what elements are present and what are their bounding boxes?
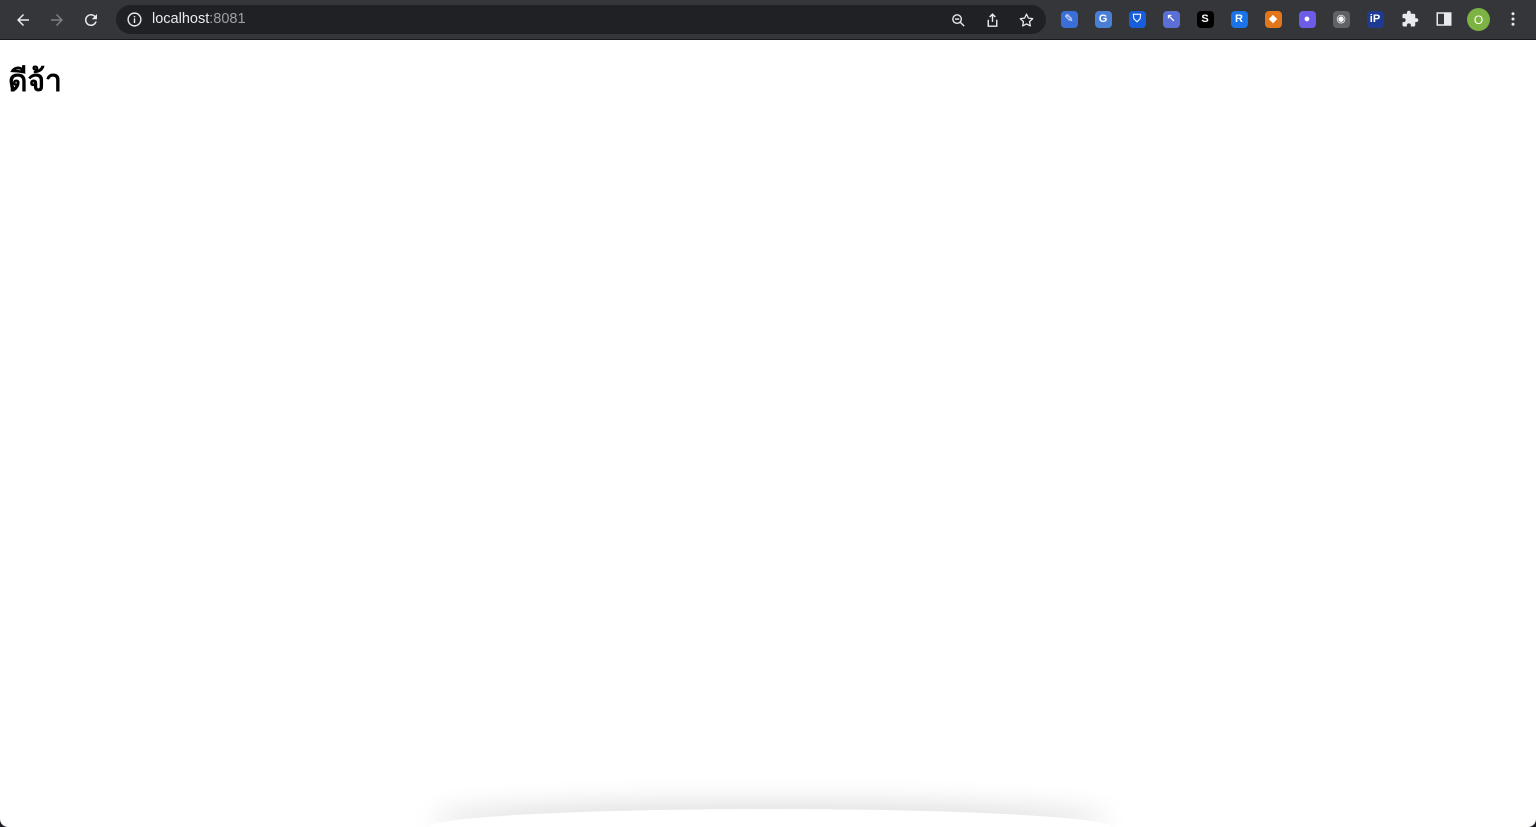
side-panel-icon: [1436, 12, 1452, 26]
url-text: localhost:8081: [152, 11, 246, 28]
kebab-menu-icon: [1511, 12, 1515, 26]
reload-icon: [84, 14, 97, 27]
extension-button[interactable]: ◆: [1263, 9, 1283, 29]
extension-button[interactable]: ◉: [1331, 9, 1351, 29]
browser-menu-button[interactable]: [1503, 9, 1523, 29]
back-arrow-icon: [17, 14, 29, 26]
zoom-button[interactable]: [948, 10, 968, 30]
chat-bubble-icon: ●: [1298, 10, 1316, 28]
extension-button[interactable]: ⛉: [1127, 9, 1147, 29]
back-button[interactable]: [9, 6, 37, 34]
share-button[interactable]: [982, 10, 1002, 30]
extension-button[interactable]: R: [1229, 9, 1249, 29]
camera-icon: ◉: [1332, 10, 1350, 28]
extension-button[interactable]: iP: [1365, 9, 1385, 29]
pen-arrow-icon: ✎: [1060, 10, 1078, 28]
profile-avatar[interactable]: O: [1467, 8, 1490, 31]
address-bar[interactable]: localhost:8081: [116, 5, 1046, 34]
browser-toolbar: localhost:8081 ✎ G ⛉ ↖ S R ◆ ● ◉ iP O: [0, 0, 1536, 40]
extensions-menu-button[interactable]: [1400, 9, 1420, 29]
extension-button[interactable]: ●: [1297, 9, 1317, 29]
bitwarden-shield-icon: ⛉: [1128, 10, 1146, 28]
bookmark-r-icon: R: [1230, 10, 1248, 28]
star-icon: [1019, 12, 1033, 27]
url-host: localhost: [152, 11, 210, 27]
extension-button[interactable]: ↖: [1161, 9, 1181, 29]
extension-button[interactable]: G: [1093, 9, 1113, 29]
forward-button[interactable]: [43, 6, 71, 34]
puzzle-icon: [1402, 10, 1419, 27]
s-logo-icon: S: [1196, 10, 1214, 28]
side-panel-button[interactable]: [1434, 9, 1454, 29]
site-info-icon[interactable]: [126, 11, 143, 28]
reload-button[interactable]: [77, 6, 105, 34]
zoom-icon: [951, 13, 965, 27]
share-icon: [987, 12, 997, 27]
forward-arrow-icon: [51, 14, 63, 26]
extension-button[interactable]: ✎: [1059, 9, 1079, 29]
bookmark-star-button[interactable]: [1016, 10, 1036, 30]
bottom-shadow: [430, 809, 1110, 827]
ip-icon: iP: [1366, 10, 1384, 28]
cursor-select-icon: ↖: [1162, 10, 1180, 28]
page-viewport: ดีจ้า: [0, 40, 1536, 827]
extension-button[interactable]: S: [1195, 9, 1215, 29]
url-port: :8081: [209, 11, 246, 27]
page-heading: ดีจ้า: [8, 64, 62, 99]
google-translate-icon: G: [1094, 10, 1112, 28]
metamask-fox-icon: ◆: [1264, 10, 1282, 28]
